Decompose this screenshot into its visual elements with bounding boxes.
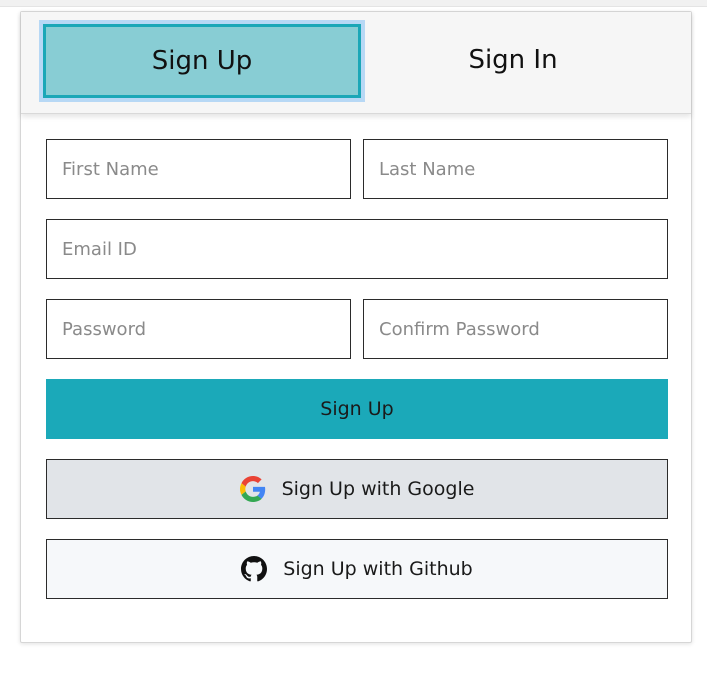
last-name-field[interactable] (363, 139, 668, 199)
sign-up-button-label: Sign Up (320, 398, 394, 420)
tab-sign-in-label: Sign In (468, 45, 558, 75)
last-name-input[interactable] (364, 140, 667, 198)
signup-card: Sign Up Sign In Sign Up Sign Up with Go (20, 11, 692, 643)
first-name-input[interactable] (47, 140, 350, 198)
github-icon (241, 556, 268, 582)
password-input[interactable] (47, 300, 350, 358)
tab-sign-in[interactable]: Sign In (357, 12, 669, 108)
confirm-password-field[interactable] (363, 299, 668, 359)
password-field[interactable] (46, 299, 351, 359)
sign-up-button[interactable]: Sign Up (46, 379, 668, 439)
confirm-password-input[interactable] (364, 300, 667, 358)
tab-bar: Sign Up Sign In (21, 12, 691, 114)
email-input[interactable] (47, 220, 667, 278)
email-field[interactable] (46, 219, 668, 279)
page-top-border (0, 0, 707, 7)
sign-up-github-label: Sign Up with Github (283, 558, 473, 580)
sign-up-google-label: Sign Up with Google (281, 478, 475, 500)
sign-up-github-button[interactable]: Sign Up with Github (46, 539, 668, 599)
first-name-field[interactable] (46, 139, 351, 199)
tab-sign-up[interactable]: Sign Up (39, 20, 365, 102)
sign-up-google-button[interactable]: Sign Up with Google (46, 459, 668, 519)
google-icon (239, 476, 266, 502)
tab-sign-up-label: Sign Up (151, 46, 253, 76)
